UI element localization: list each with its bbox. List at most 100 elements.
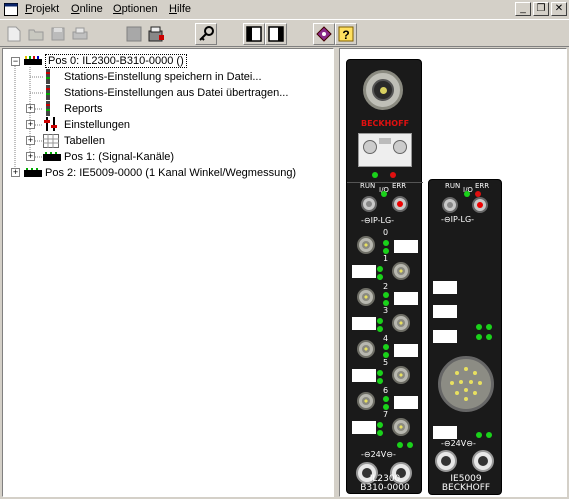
- status-led-2c: [476, 334, 482, 340]
- channel-label-0: 0: [383, 228, 389, 237]
- run-label-2: RUN: [445, 182, 461, 190]
- channel-jack-5[interactable]: [392, 366, 410, 384]
- channel-label-plate-5: [352, 369, 376, 382]
- bus-coupler-icon: [24, 56, 42, 65]
- status-led-2d: [486, 334, 492, 340]
- encoder-connector[interactable]: [438, 356, 494, 412]
- printer-icon: [72, 27, 88, 40]
- panel-splitter[interactable]: [334, 48, 338, 497]
- panel-right-button[interactable]: [265, 23, 287, 45]
- expand-toggle-pos2[interactable]: +: [11, 168, 20, 177]
- err-indicator: [392, 196, 408, 212]
- menu-online[interactable]: Online: [71, 3, 103, 15]
- app-window-icon[interactable]: [4, 3, 18, 16]
- expand-toggle-tabellen[interactable]: +: [26, 136, 35, 145]
- power-led: [372, 172, 378, 178]
- label-plate-2b: [433, 305, 457, 318]
- channel-led-3a: [377, 318, 383, 324]
- device-settings-button[interactable]: [145, 23, 167, 45]
- menu-projekt[interactable]: Projekt: [25, 3, 59, 15]
- close-button[interactable]: ✕: [551, 2, 567, 16]
- collapse-toggle-pos0[interactable]: −: [11, 57, 20, 66]
- run-indicator: [361, 196, 377, 212]
- err-label-2: ERR: [475, 182, 490, 190]
- io-led-2: [464, 191, 470, 197]
- settings-sliders-icon: [44, 117, 57, 131]
- channel-label-1: 1: [383, 254, 389, 263]
- block-button[interactable]: [123, 23, 145, 45]
- channel-led-5a: [377, 370, 383, 376]
- terminal-module-icon: [43, 152, 61, 161]
- io-led: [381, 191, 387, 197]
- panel-left-button[interactable]: [243, 23, 265, 45]
- channel-jack-0[interactable]: [357, 236, 375, 254]
- save-button[interactable]: [47, 23, 69, 45]
- tree-item-load-settings[interactable]: Stations-Einstellungen aus Datei übertra…: [64, 85, 288, 101]
- tree-item-save-settings[interactable]: Stations-Einstellung speichern in Datei.…: [64, 69, 262, 85]
- channel-jack-6[interactable]: [357, 392, 375, 410]
- power-24v-label: -⊖24V⊖-: [361, 450, 396, 459]
- split-right-icon: [268, 26, 284, 42]
- status-led-red: [390, 172, 396, 178]
- help-button[interactable]: ?: [335, 23, 357, 45]
- channel-jack-4[interactable]: [357, 340, 375, 358]
- channel-label-2: 2: [383, 282, 389, 291]
- menu-hilfe[interactable]: Hilfe: [169, 3, 191, 15]
- brand-label: BECKHOFF: [360, 119, 410, 128]
- menu-optionen[interactable]: Optionen: [113, 3, 158, 15]
- help-icon: ?: [338, 26, 354, 42]
- tree-item-einstellungen[interactable]: Einstellungen: [64, 117, 130, 133]
- tree-item-pos0[interactable]: Pos 0: IL2300-B310-0000 (): [45, 53, 187, 69]
- channel-led-7a: [377, 422, 383, 428]
- toolbar: ?: [0, 19, 569, 47]
- power-led-us: [397, 442, 403, 448]
- power-in-jack-2[interactable]: [435, 450, 457, 472]
- module-ie5009[interactable]: RUN I/O ERR -⊖IP-LG- -⊖24V⊖- IE5009 BECK…: [428, 179, 502, 495]
- tree-item-pos1[interactable]: Pos 1: (Signal-Kanäle): [64, 149, 174, 165]
- channel-label-plate-0: [394, 240, 418, 253]
- err-indicator-2: [472, 197, 488, 213]
- channel-led-4a: [383, 344, 389, 350]
- run-indicator-2: [442, 197, 458, 213]
- new-file-icon: [7, 26, 21, 42]
- run-label: RUN: [360, 182, 376, 190]
- channel-label-plate-7: [352, 421, 376, 434]
- label-plate-2a: [433, 281, 457, 294]
- channel-jack-3[interactable]: [392, 314, 410, 332]
- encoder-module-icon: [24, 168, 42, 177]
- tree-item-tabellen[interactable]: Tabellen: [64, 133, 105, 149]
- expand-toggle-pos1[interactable]: +: [26, 152, 35, 161]
- channel-jack-1[interactable]: [392, 262, 410, 280]
- connector-pins-icon: [450, 367, 482, 401]
- channel-label-plate-2: [394, 292, 418, 305]
- new-file-button[interactable]: [3, 23, 25, 45]
- channel-led-6a: [383, 396, 389, 402]
- diamond-icon: [316, 26, 332, 42]
- module-variant: B310-0000: [360, 483, 410, 493]
- expand-toggle-reports[interactable]: +: [26, 104, 35, 113]
- channel-jack-2[interactable]: [357, 288, 375, 306]
- report-icon: [46, 101, 50, 116]
- label-plate-2d: [433, 426, 457, 439]
- power-24v-label-2: -⊖24V⊖-: [441, 439, 476, 448]
- minimize-button[interactable]: _: [515, 2, 531, 16]
- address-switches[interactable]: [358, 133, 412, 167]
- ip-link-label-2: -⊖IP-LG-: [441, 215, 475, 224]
- tree-item-reports[interactable]: Reports: [64, 101, 103, 117]
- tree-item-pos2[interactable]: Pos 2: IE5009-0000 (1 Kanal Winkel/Wegme…: [45, 165, 296, 181]
- module-il2300[interactable]: BECKHOFF RUN I/O ERR -⊖IP-LG- 0 1 2 3 4 …: [346, 59, 423, 494]
- key-button[interactable]: [195, 23, 217, 45]
- power-out-jack-2[interactable]: [472, 450, 494, 472]
- channel-led-1b: [377, 274, 383, 280]
- expand-toggle-einstellungen[interactable]: +: [26, 120, 35, 129]
- gray-block-icon: [126, 26, 142, 42]
- channel-label-plate-3: [352, 317, 376, 330]
- plugin-button[interactable]: [313, 23, 335, 45]
- label-plate-2c: [433, 330, 457, 343]
- channel-label-plate-4: [394, 344, 418, 357]
- channel-jack-7[interactable]: [392, 418, 410, 436]
- restore-button[interactable]: ❐: [533, 2, 549, 16]
- channel-led-7b: [377, 430, 383, 436]
- print-button[interactable]: [69, 23, 91, 45]
- open-folder-button[interactable]: [25, 23, 47, 45]
